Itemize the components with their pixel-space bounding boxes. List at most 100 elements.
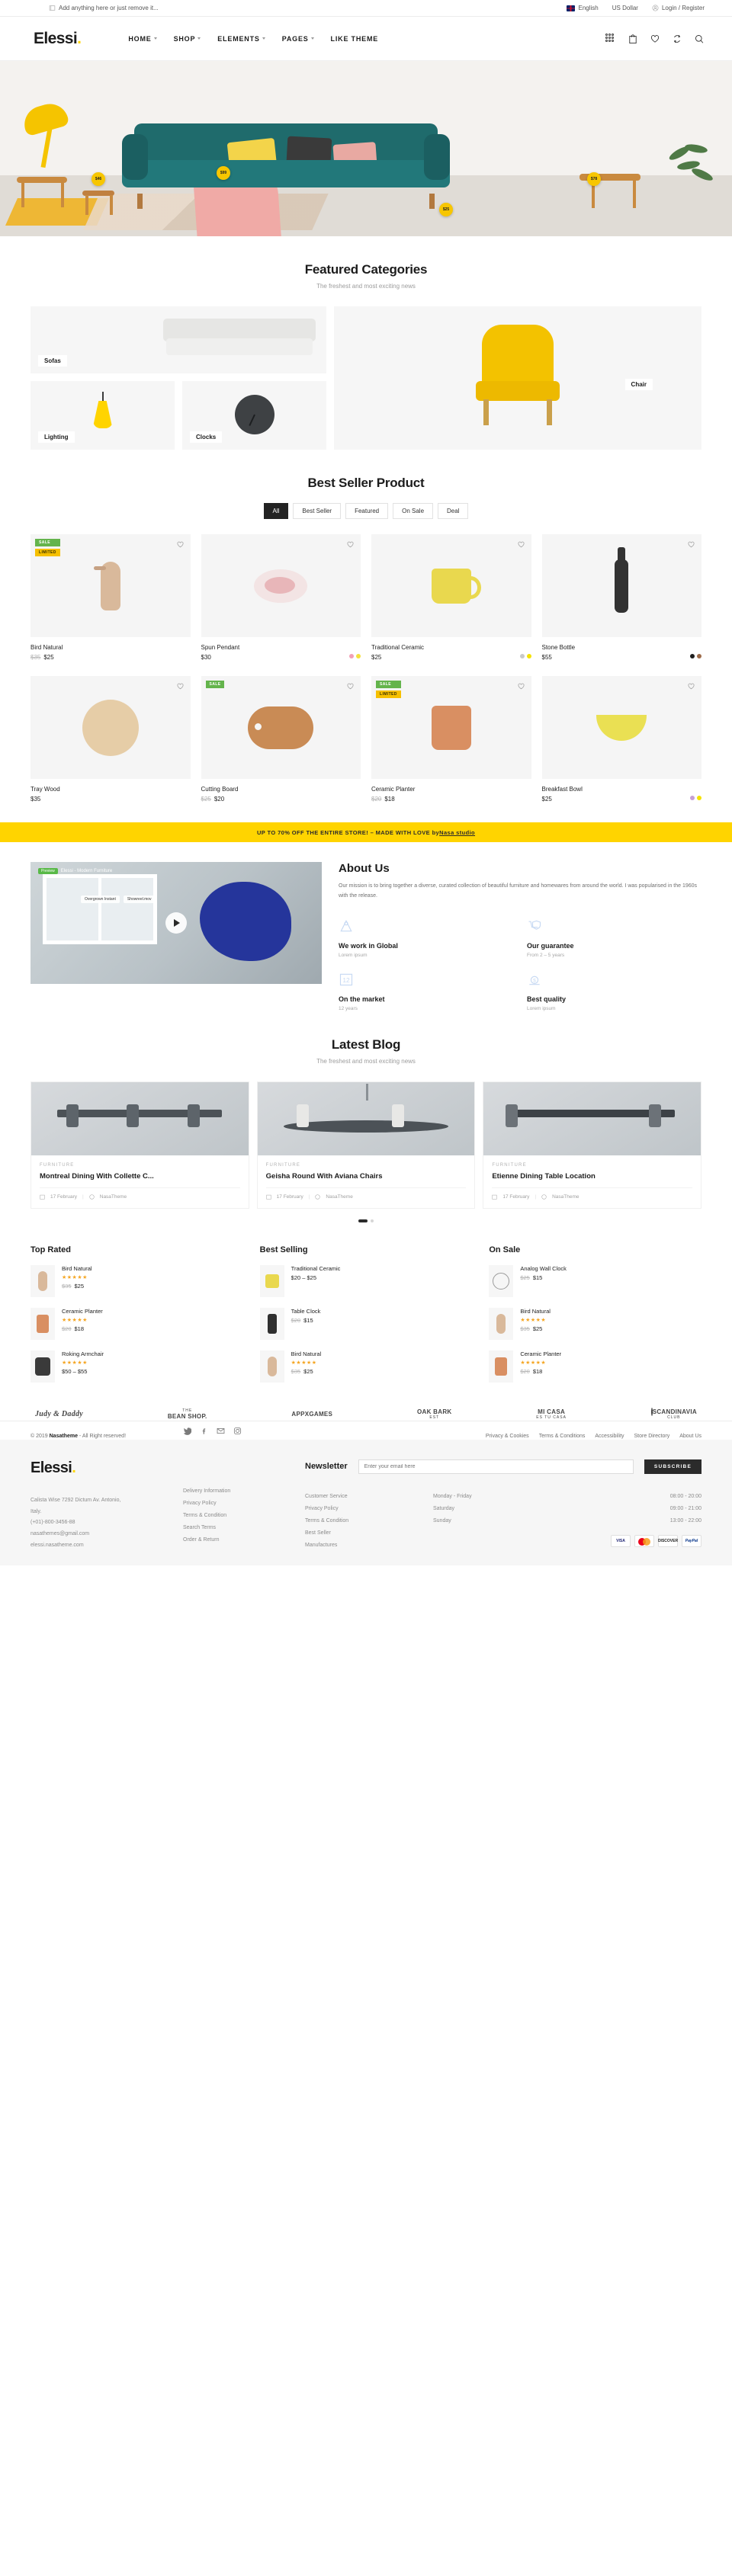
footer-link[interactable]: Order & Return (183, 1534, 305, 1546)
heart-icon[interactable] (650, 34, 660, 44)
blog-card[interactable]: FURNITURE Geisha Round With Aviana Chair… (256, 1081, 476, 1209)
footer-bottom-link[interactable]: Privacy & Cookies (486, 1434, 529, 1439)
tab-all[interactable]: All (263, 503, 289, 519)
tab-deal[interactable]: Deal (438, 503, 469, 519)
footer-link[interactable]: Privacy Policy (305, 1503, 433, 1515)
wishlist-button[interactable] (516, 681, 526, 691)
color-swatches[interactable] (349, 653, 361, 658)
list-item[interactable]: Table Clock $20 $15 (259, 1307, 473, 1340)
wishlist-button[interactable] (175, 540, 185, 549)
hero-hotspot[interactable]: $78 (587, 172, 601, 186)
list-item[interactable]: Bird Natural ★★★★★ $35 $25 (30, 1264, 243, 1297)
website-url[interactable]: elessi.nasatheme.com (30, 1540, 183, 1552)
footer-link[interactable]: Best Seller (305, 1527, 433, 1540)
email-address[interactable]: nasathemes@gmail.com (30, 1529, 183, 1540)
language-selector[interactable]: English (567, 5, 599, 11)
carousel-dot-active[interactable] (358, 1219, 368, 1222)
wishlist-button[interactable] (175, 681, 185, 691)
about-video[interactable]: Preview Elessi - Modern Furniture Overgr… (30, 862, 322, 984)
footer-link[interactable]: Privacy Policy (183, 1498, 305, 1510)
nav-item-pages[interactable]: PAGES (282, 35, 314, 43)
footer-bottom-link[interactable]: Terms & Conditions (539, 1434, 586, 1439)
brand-logo[interactable]: MI CASA ES TU CASA (536, 1408, 567, 1420)
category-card-chair[interactable]: Chair (334, 306, 702, 450)
list-item[interactable]: Roking Armchair ★★★★★ $50 – $55 (30, 1350, 243, 1383)
nav-item-shop[interactable]: SHOP (174, 35, 201, 43)
footer-link[interactable]: Delivery Information (183, 1485, 305, 1498)
tab-on-sale[interactable]: On Sale (393, 503, 434, 519)
footer-bottom-link[interactable]: Accessibility (595, 1434, 624, 1439)
footer-bottom-link[interactable]: About Us (679, 1434, 702, 1439)
color-swatches[interactable] (690, 653, 702, 658)
chevron-down-icon (262, 37, 265, 40)
product-card[interactable]: SALE Cutting Board $25 $20 (201, 676, 361, 803)
brand-logo[interactable]: Judy & Daddy (35, 1410, 83, 1418)
compare-icon[interactable] (672, 34, 682, 44)
list-item[interactable]: Traditional Ceramic $20 – $25 (259, 1264, 473, 1297)
carousel-dot[interactable] (371, 1219, 374, 1222)
bag-icon[interactable] (628, 34, 638, 44)
twitter-icon[interactable] (183, 1425, 192, 1436)
newsletter-email-input[interactable] (358, 1459, 634, 1474)
wishlist-button[interactable] (345, 681, 355, 691)
footer-link[interactable]: Terms & Condition (305, 1515, 433, 1527)
mail-icon[interactable] (217, 1425, 225, 1434)
search-icon[interactable] (694, 34, 705, 44)
wishlist-button[interactable] (686, 681, 696, 691)
wishlist-button[interactable] (516, 540, 526, 549)
brand-logo[interactable]: APPXGAMES (291, 1411, 332, 1418)
footer-bottom-link[interactable]: Store Directory (634, 1434, 670, 1439)
hero-hotspot[interactable]: $46 (92, 172, 105, 186)
list-item[interactable]: Bird Natural ★★★★★ $35 $25 (489, 1307, 702, 1340)
site-logo[interactable]: Elessi. (34, 30, 82, 48)
wishlist-button[interactable] (686, 540, 696, 549)
grid-icon[interactable] (605, 33, 616, 44)
category-card-sofas[interactable]: Sofas (30, 306, 326, 373)
feature-subtitle: Lorem ipsum (339, 952, 368, 958)
facebook-icon[interactable] (200, 1425, 208, 1434)
list-item[interactable]: Analog Wall Clock $25 $15 (489, 1264, 702, 1297)
hero-hotspot[interactable]: $99 (217, 166, 230, 180)
footer-link[interactable]: Search Terms (183, 1522, 305, 1534)
hero-hotspot[interactable]: $25 (439, 203, 453, 216)
brand-logo[interactable]: SCANDINAVIA CLUB (650, 1407, 697, 1420)
tab-best-seller[interactable]: Best Seller (293, 503, 342, 519)
product-card[interactable]: Breakfast Bowl $25 (541, 676, 702, 803)
product-card[interactable]: SALE LIMITED Bird Natural $35 $25 (30, 534, 191, 661)
nav-item-like-theme[interactable]: LIKE THEME (331, 35, 379, 43)
brand-logo[interactable]: OAK BARK EST (417, 1408, 452, 1420)
blog-card[interactable]: FURNITURE Montreal Dining With Collette … (30, 1081, 249, 1209)
promo-link[interactable]: Nasa studio (439, 829, 475, 836)
footer-link[interactable]: Manufactures (305, 1540, 433, 1552)
category-card-clocks[interactable]: Clocks (182, 381, 326, 450)
nav-item-elements[interactable]: ELEMENTS (217, 35, 265, 43)
product-card[interactable]: Tray Wood $35 (30, 676, 191, 803)
login-register-link[interactable]: Login / Register (652, 5, 705, 11)
tab-featured[interactable]: Featured (345, 503, 389, 519)
color-swatches[interactable] (690, 795, 702, 800)
product-card[interactable]: Spun Pendant $30 (201, 534, 361, 661)
product-card[interactable]: Stone Bottle $55 (541, 534, 702, 661)
list-item[interactable]: Bird Natural ★★★★★ $35 $25 (259, 1350, 473, 1383)
currency-selector[interactable]: US Dollar (612, 5, 638, 11)
footer-link[interactable]: Customer Service (305, 1491, 433, 1503)
product-card[interactable]: SALE LIMITED Ceramic Planter $20 $18 (371, 676, 531, 803)
list-thumbnail (489, 1307, 514, 1340)
blog-card[interactable]: FURNITURE Etienne Dining Table Location … (483, 1081, 702, 1209)
product-card[interactable]: Traditional Ceramic $25 (371, 534, 531, 661)
color-swatches[interactable] (519, 653, 531, 658)
play-button[interactable] (165, 912, 187, 934)
brand-logo[interactable]: THE BEAN SHOP. (168, 1408, 207, 1420)
nav-item-home[interactable]: HOME (128, 35, 157, 43)
uk-flag-icon (567, 5, 576, 11)
phone-number[interactable]: (+01)-800-3456-88 (30, 1517, 183, 1529)
list-item[interactable]: Ceramic Planter ★★★★★ $20 $18 (30, 1307, 243, 1340)
category-card-lighting[interactable]: Lighting (30, 381, 175, 450)
wishlist-button[interactable] (345, 540, 355, 549)
footer-link[interactable]: Terms & Condition (183, 1510, 305, 1522)
subscribe-button[interactable]: SUBSCRIBE (644, 1459, 702, 1474)
footer-logo[interactable]: Elessi. (30, 1459, 183, 1477)
feature-subtitle: From 2 – 5 years (527, 952, 565, 958)
list-item[interactable]: Ceramic Planter ★★★★★ $20 $18 (489, 1350, 702, 1383)
instagram-icon[interactable] (233, 1425, 242, 1435)
